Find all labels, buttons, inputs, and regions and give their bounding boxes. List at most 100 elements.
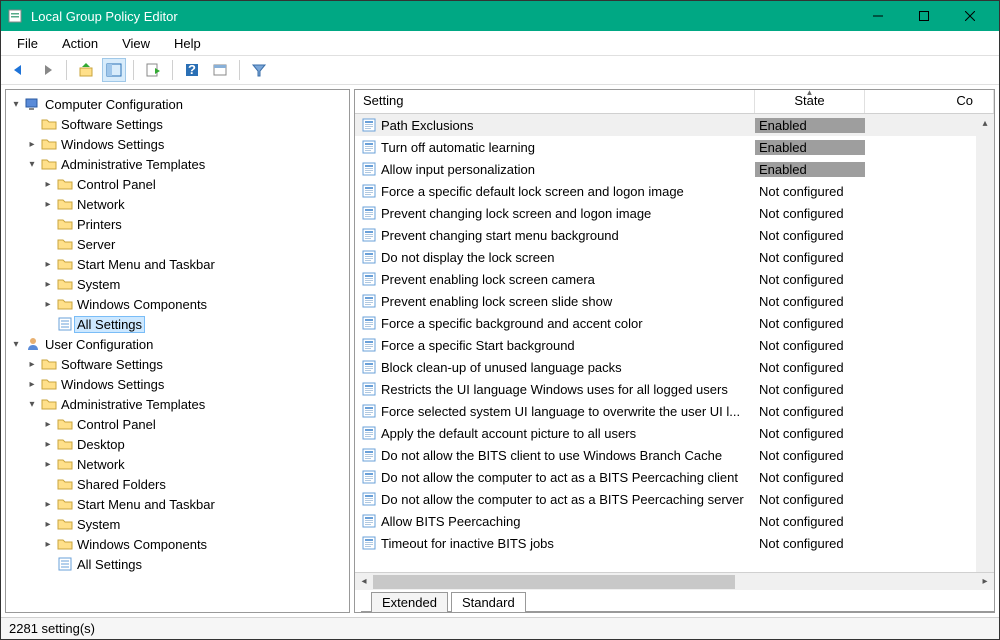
properties-button[interactable]: [208, 58, 232, 82]
list-row[interactable]: Prevent enabling lock screen slide showN…: [355, 290, 994, 312]
show-hide-tree-button[interactable]: [102, 58, 126, 82]
policy-icon: [361, 249, 377, 265]
list-row[interactable]: Allow input personalizationEnabled: [355, 158, 994, 180]
tree-admin-templates[interactable]: ▾Administrative Templates: [8, 154, 347, 174]
tree-printers[interactable]: Printers: [8, 214, 347, 234]
back-button[interactable]: [7, 58, 31, 82]
list-row[interactable]: Do not allow the computer to act as a BI…: [355, 466, 994, 488]
tree-windows-settings[interactable]: ▸Windows Settings: [8, 134, 347, 154]
list-row[interactable]: Do not allow the BITS client to use Wind…: [355, 444, 994, 466]
tree-system-user[interactable]: ▸System: [8, 514, 347, 534]
column-setting[interactable]: Setting: [355, 90, 755, 113]
tree-network-user[interactable]: ▸Network: [8, 454, 347, 474]
tree-windows-components[interactable]: ▸Windows Components: [8, 294, 347, 314]
scroll-up-icon[interactable]: ▴: [976, 114, 994, 132]
policy-icon: [361, 359, 377, 375]
scroll-right-icon[interactable]: ▸: [976, 576, 994, 587]
list-row[interactable]: Restricts the UI language Windows uses f…: [355, 378, 994, 400]
list-row[interactable]: Prevent enabling lock screen cameraNot c…: [355, 268, 994, 290]
tree-pane[interactable]: ▾ Computer Configuration Software Settin…: [5, 89, 350, 613]
status-text: 2281 setting(s): [9, 621, 95, 636]
scroll-left-icon[interactable]: ◂: [355, 576, 373, 587]
tree-software-settings[interactable]: Software Settings: [8, 114, 347, 134]
minimize-button[interactable]: [855, 1, 901, 31]
list-row[interactable]: Prevent changing start menu backgroundNo…: [355, 224, 994, 246]
tree-computer-configuration[interactable]: ▾ Computer Configuration: [8, 94, 347, 114]
chevron-right-icon[interactable]: ▸: [40, 299, 56, 310]
chevron-right-icon[interactable]: ▸: [40, 519, 56, 530]
vertical-scrollbar[interactable]: ▴: [976, 114, 994, 572]
tree-all-settings[interactable]: All Settings: [8, 314, 347, 334]
list-row[interactable]: Do not display the lock screenNot config…: [355, 246, 994, 268]
row-setting-name: Prevent changing lock screen and logon i…: [381, 206, 651, 221]
tree-all-settings-user[interactable]: All Settings: [8, 554, 347, 574]
scroll-track[interactable]: [373, 575, 976, 589]
tree-shared-folders-user[interactable]: Shared Folders: [8, 474, 347, 494]
tree-desktop-user[interactable]: ▸Desktop: [8, 434, 347, 454]
list-body[interactable]: Path ExclusionsEnabledTurn off automatic…: [355, 114, 994, 572]
chevron-right-icon[interactable]: ▸: [40, 459, 56, 470]
row-setting-name: Block clean-up of unused language packs: [381, 360, 622, 375]
close-button[interactable]: [947, 1, 993, 31]
tree-start-menu-user[interactable]: ▸Start Menu and Taskbar: [8, 494, 347, 514]
chevron-right-icon[interactable]: ▸: [40, 279, 56, 290]
chevron-down-icon[interactable]: ▾: [8, 339, 24, 350]
chevron-right-icon[interactable]: ▸: [40, 499, 56, 510]
list-row[interactable]: Path ExclusionsEnabled: [355, 114, 994, 136]
chevron-right-icon[interactable]: ▸: [40, 179, 56, 190]
menu-view[interactable]: View: [112, 34, 160, 53]
chevron-right-icon[interactable]: ▸: [40, 259, 56, 270]
list-row[interactable]: Force a specific Start backgroundNot con…: [355, 334, 994, 356]
export-button[interactable]: [141, 58, 165, 82]
list-row[interactable]: Force selected system UI language to ove…: [355, 400, 994, 422]
tree-user-configuration[interactable]: ▾ User Configuration: [8, 334, 347, 354]
horizontal-scrollbar[interactable]: ◂ ▸: [355, 572, 994, 590]
menu-file[interactable]: File: [7, 34, 48, 53]
column-state[interactable]: ▲State: [755, 90, 865, 113]
list-row[interactable]: Allow BITS PeercachingNot configured: [355, 510, 994, 532]
list-row[interactable]: Do not allow the computer to act as a BI…: [355, 488, 994, 510]
list-row[interactable]: Block clean-up of unused language packsN…: [355, 356, 994, 378]
list-row[interactable]: Timeout for inactive BITS jobsNot config…: [355, 532, 994, 554]
tree-start-menu[interactable]: ▸Start Menu and Taskbar: [8, 254, 347, 274]
menu-action[interactable]: Action: [52, 34, 108, 53]
tree-admin-templates-user[interactable]: ▾Administrative Templates: [8, 394, 347, 414]
policy-icon: [361, 161, 377, 177]
help-button[interactable]: ?: [180, 58, 204, 82]
tree-control-panel[interactable]: ▸Control Panel: [8, 174, 347, 194]
column-comment[interactable]: Co: [865, 90, 994, 113]
tree-system[interactable]: ▸System: [8, 274, 347, 294]
chevron-right-icon[interactable]: ▸: [40, 439, 56, 450]
tree-windows-components-user[interactable]: ▸Windows Components: [8, 534, 347, 554]
app-window: Local Group Policy Editor File Action Vi…: [0, 0, 1000, 640]
tree-control-panel-user[interactable]: ▸Control Panel: [8, 414, 347, 434]
filter-button[interactable]: [247, 58, 271, 82]
chevron-right-icon[interactable]: ▸: [24, 379, 40, 390]
tree-software-settings-user[interactable]: ▸Software Settings: [8, 354, 347, 374]
tree-server[interactable]: Server: [8, 234, 347, 254]
list-row[interactable]: Turn off automatic learningEnabled: [355, 136, 994, 158]
menu-help[interactable]: Help: [164, 34, 211, 53]
list-header: Setting ▲State Co: [355, 90, 994, 114]
chevron-right-icon[interactable]: ▸: [24, 359, 40, 370]
chevron-down-icon[interactable]: ▾: [24, 399, 40, 410]
list-row[interactable]: Force a specific default lock screen and…: [355, 180, 994, 202]
forward-button[interactable]: [35, 58, 59, 82]
up-button[interactable]: [74, 58, 98, 82]
tab-standard[interactable]: Standard: [451, 592, 526, 612]
chevron-right-icon[interactable]: ▸: [24, 139, 40, 150]
maximize-button[interactable]: [901, 1, 947, 31]
tree-windows-settings-user[interactable]: ▸Windows Settings: [8, 374, 347, 394]
chevron-down-icon[interactable]: ▾: [24, 159, 40, 170]
chevron-down-icon[interactable]: ▾: [8, 99, 24, 110]
chevron-right-icon[interactable]: ▸: [40, 199, 56, 210]
chevron-right-icon[interactable]: ▸: [40, 539, 56, 550]
scroll-thumb[interactable]: [373, 575, 735, 589]
list-row[interactable]: Prevent changing lock screen and logon i…: [355, 202, 994, 224]
list-row[interactable]: Apply the default account picture to all…: [355, 422, 994, 444]
tab-extended[interactable]: Extended: [371, 592, 448, 612]
policy-icon: [361, 205, 377, 221]
chevron-right-icon[interactable]: ▸: [40, 419, 56, 430]
tree-network[interactable]: ▸Network: [8, 194, 347, 214]
list-row[interactable]: Force a specific background and accent c…: [355, 312, 994, 334]
